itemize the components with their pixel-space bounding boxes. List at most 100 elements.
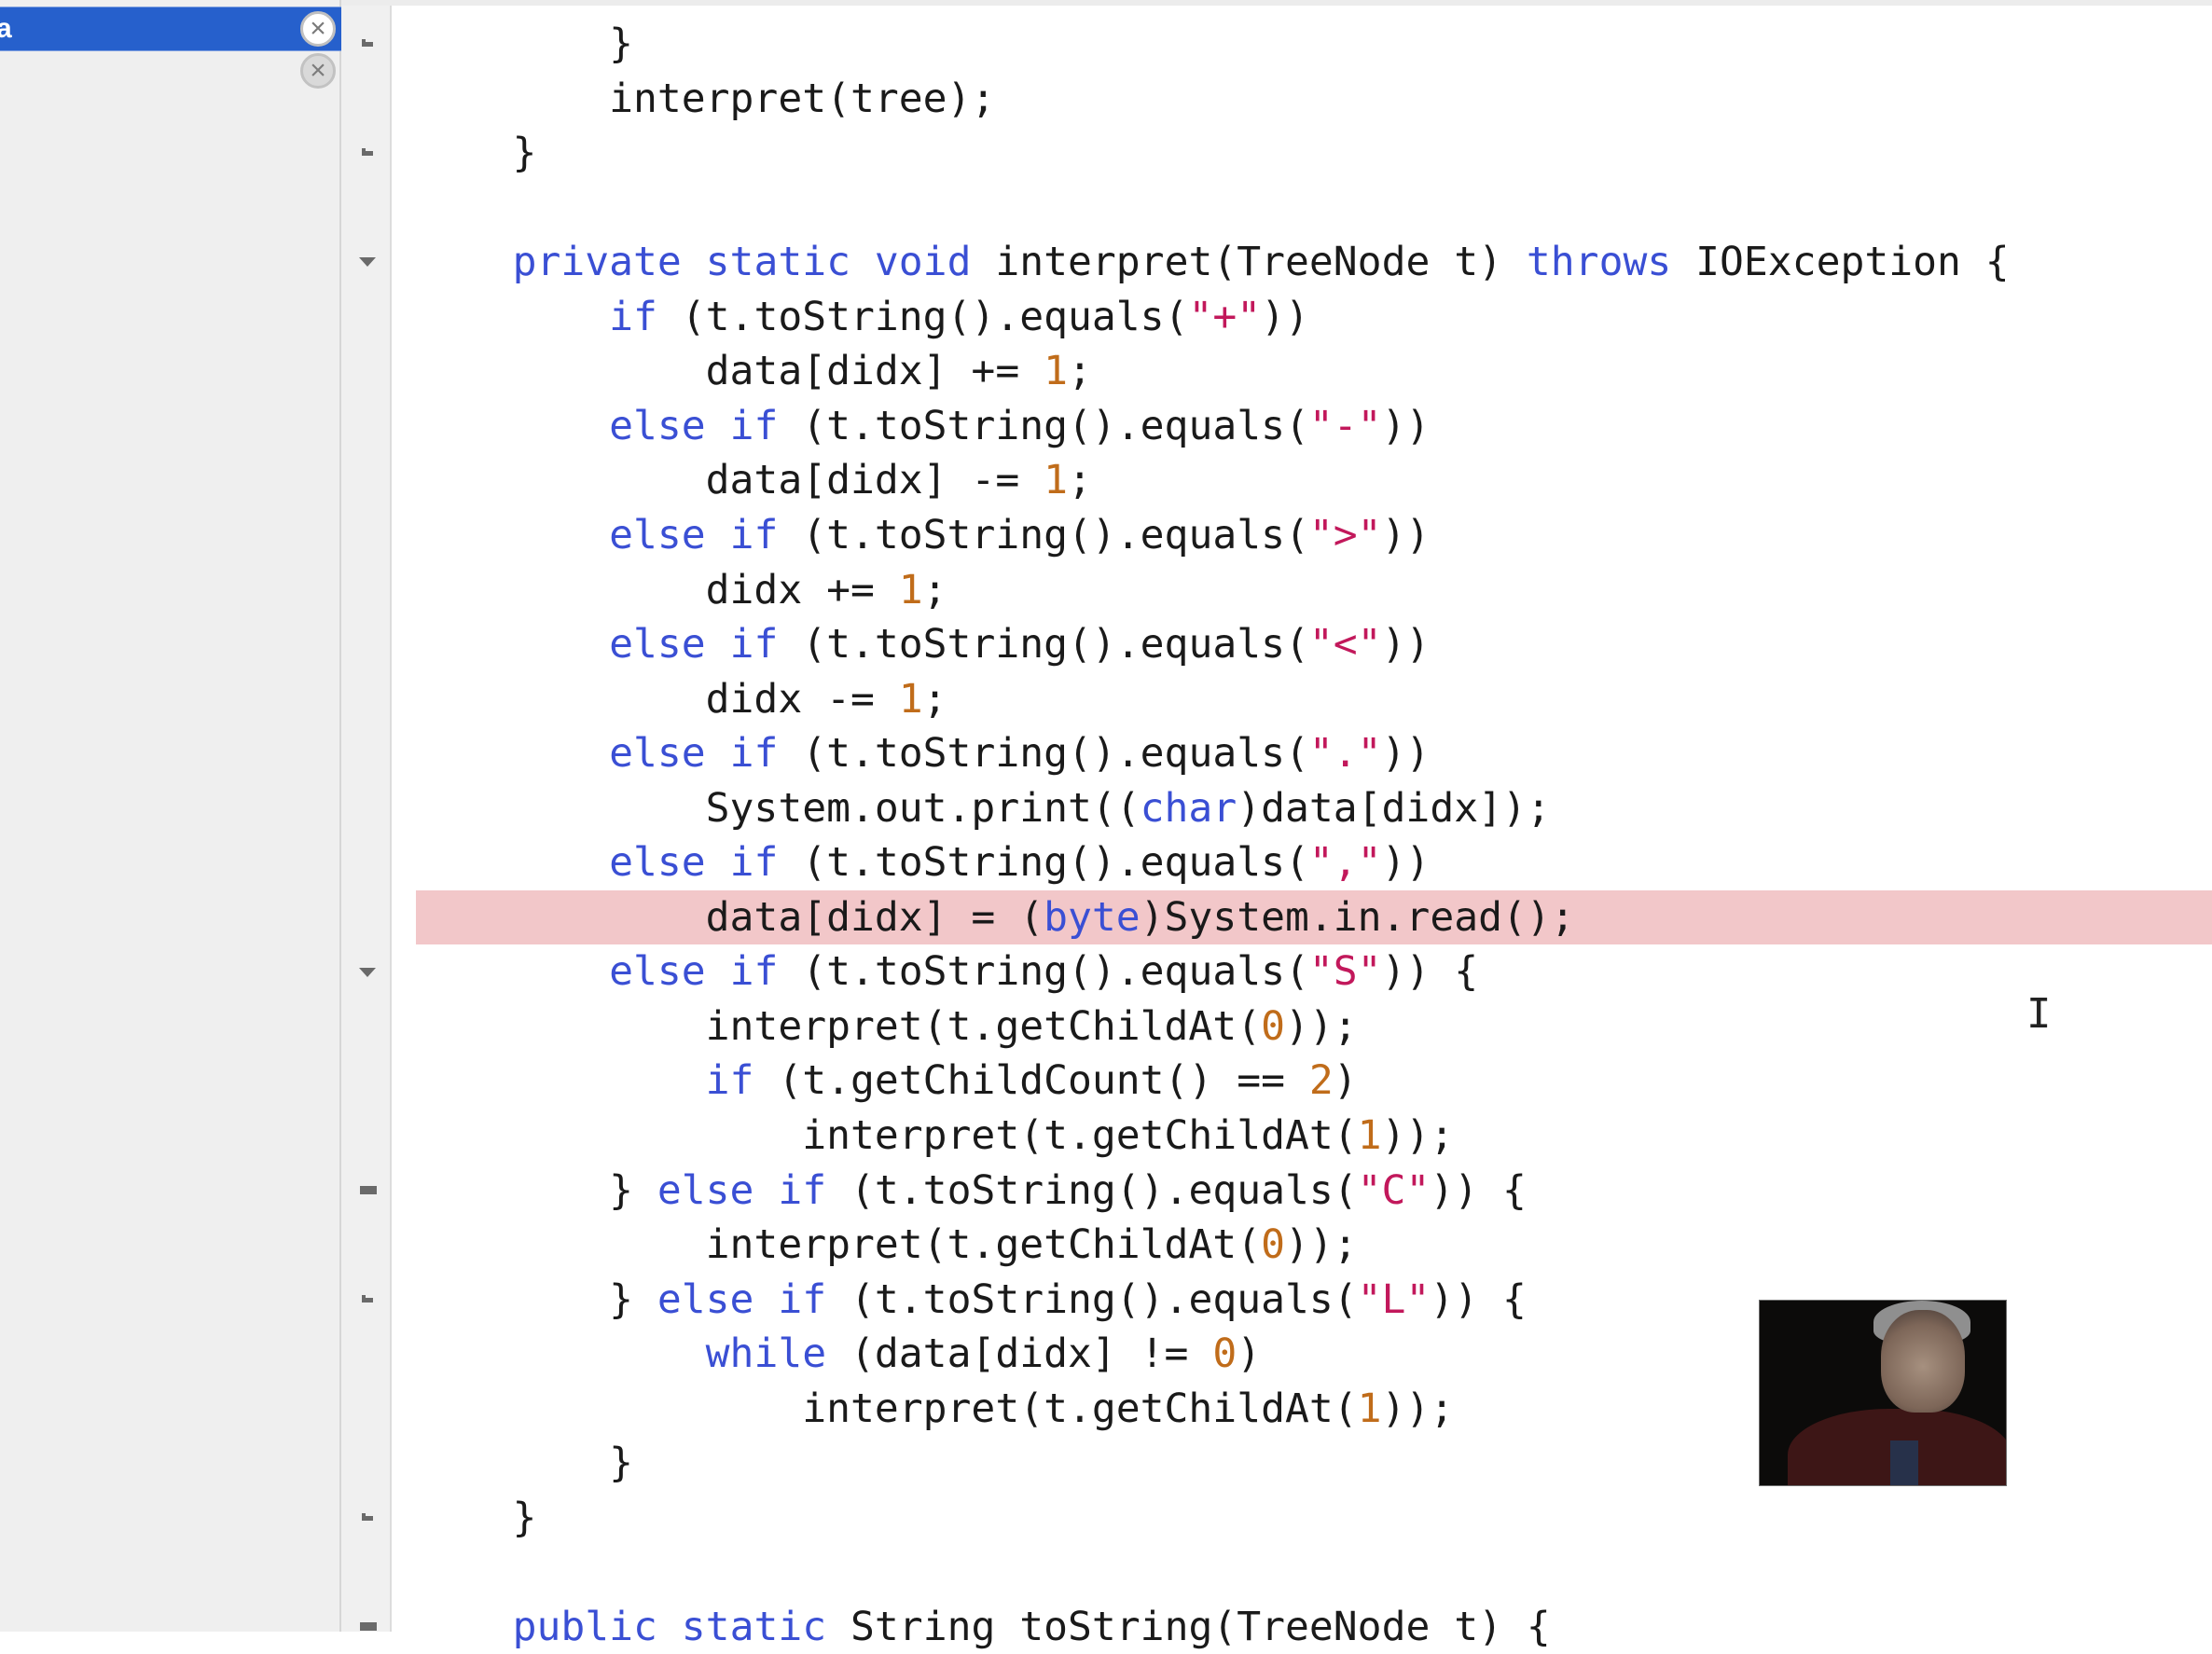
keyword: static [681,1603,827,1650]
code-line[interactable]: private static void interpret(TreeNode t… [392,235,2212,290]
code-text: )) [1381,511,1431,558]
code-text: )System.in.read(); [1140,893,1575,941]
code-line[interactable]: else if (t.toString().equals(">")) [392,508,2212,563]
code-text: (t.toString().equals( [657,293,1189,340]
keyword: while [705,1330,827,1378]
code-line[interactable]: interpret(t.getChildAt(0)); [392,1218,2212,1273]
code-text: } [416,21,633,67]
close-icon: × [310,13,326,44]
code-text: )) [1381,730,1431,778]
number-literal: 0 [1212,1330,1237,1378]
code-line[interactable]: didx -= 1; [392,672,2212,727]
code-line[interactable]: public static String toString(TreeNode t… [392,1600,2212,1654]
code-line[interactable]: interpret(t.getChildAt(1)); [392,1109,2212,1164]
file-item[interactable]: × [0,51,341,96]
keyword: private [512,239,682,286]
code-text: } [416,1166,657,1214]
code-line[interactable]: else if (t.toString().equals("S")) { [392,944,2212,999]
keyword: static [705,239,851,286]
number-literal: 1 [1357,1112,1382,1159]
code-text: )); [1381,1385,1455,1432]
code-line[interactable]: } [392,17,2212,72]
code-text: interpret(t.getChildAt( [416,1002,1262,1050]
keyword: byte [1044,893,1141,941]
code-line[interactable]: if (t.getChildCount() == 2) [392,1054,2212,1109]
code-line[interactable]: } [392,1491,2212,1546]
code-line[interactable] [392,1545,2212,1600]
code-text: )) [1381,621,1431,668]
code-line[interactable]: didx += 1; [392,563,2212,618]
keyword: if [609,293,657,340]
keyword: else [609,621,706,668]
code-line[interactable]: if (t.toString().equals("+")) [392,290,2212,345]
number-literal: 0 [1261,1221,1285,1269]
keyword: if [705,1057,754,1105]
fold-collapse-icon[interactable] [359,967,376,977]
code-line[interactable]: else if (t.toString().equals(",")) [392,835,2212,890]
keyword: if [729,402,779,449]
presenter-shirt [1890,1440,1918,1485]
file-item-selected[interactable]: a × [0,7,341,51]
code-text: IOException { [1671,239,2010,286]
code-line[interactable]: else if (t.toString().equals(".")) [392,726,2212,781]
string-literal: ">" [1308,511,1382,558]
keyword: if [729,621,779,668]
string-literal: "S" [1308,948,1382,996]
close-file-button[interactable]: × [300,53,336,89]
code-line[interactable]: } else if (t.toString().equals("C")) { [392,1164,2212,1219]
code-text: interpret(TreeNode t) [971,239,1527,286]
fold-end-icon [362,1294,373,1303]
keyword: else [609,948,706,996]
code-line[interactable]: interpret(t.getChildAt(0)); [392,999,2212,1054]
keyword: else [609,511,706,558]
code-line[interactable]: data[didx] -= 1; [392,453,2212,508]
number-literal: 1 [898,675,923,723]
keyword: else [657,1166,754,1214]
string-literal: "L" [1357,1275,1431,1323]
string-literal: "-" [1308,402,1382,449]
editor-gutter [341,6,392,1632]
code-text: } [416,1275,657,1323]
code-text: System.out.print(( [416,784,1141,832]
code-line[interactable]: else if (t.toString().equals("<")) [392,617,2212,672]
code-line[interactable] [392,181,2212,236]
code-line[interactable]: interpret(tree); [392,72,2212,127]
keyword: else [609,839,706,887]
code-text: )) [1381,839,1431,887]
fold-end-icon [362,148,373,157]
number-literal: 2 [1308,1057,1334,1105]
code-line[interactable]: data[didx] += 1; [392,344,2212,399]
code-text: (t.toString().equals( [826,1275,1358,1323]
code-text: ) [1237,1330,1262,1378]
code-line[interactable]: } [392,126,2212,181]
code-text: )); [1381,1112,1455,1159]
code-text: ; [1067,457,1092,504]
code-text: } [416,1440,633,1487]
code-text: ; [922,566,947,613]
fold-collapse-icon[interactable] [359,257,376,268]
code-line[interactable]: System.out.print((char)data[didx]); [392,781,2212,836]
file-name: a [0,13,12,44]
number-literal: 1 [898,566,923,613]
code-line[interactable]: else if (t.toString().equals("-")) [392,399,2212,454]
code-line-highlighted[interactable]: data[didx] = (byte)System.in.read(); [416,889,2212,945]
code-text: (t.toString().equals( [826,1166,1358,1214]
code-text: data[didx] -= [416,457,1044,504]
code-text: didx += [416,566,899,613]
keyword: else [609,730,706,778]
code-text: )data[didx]); [1237,784,1551,832]
close-file-button[interactable]: × [300,11,336,47]
keyword: if [778,1275,827,1323]
